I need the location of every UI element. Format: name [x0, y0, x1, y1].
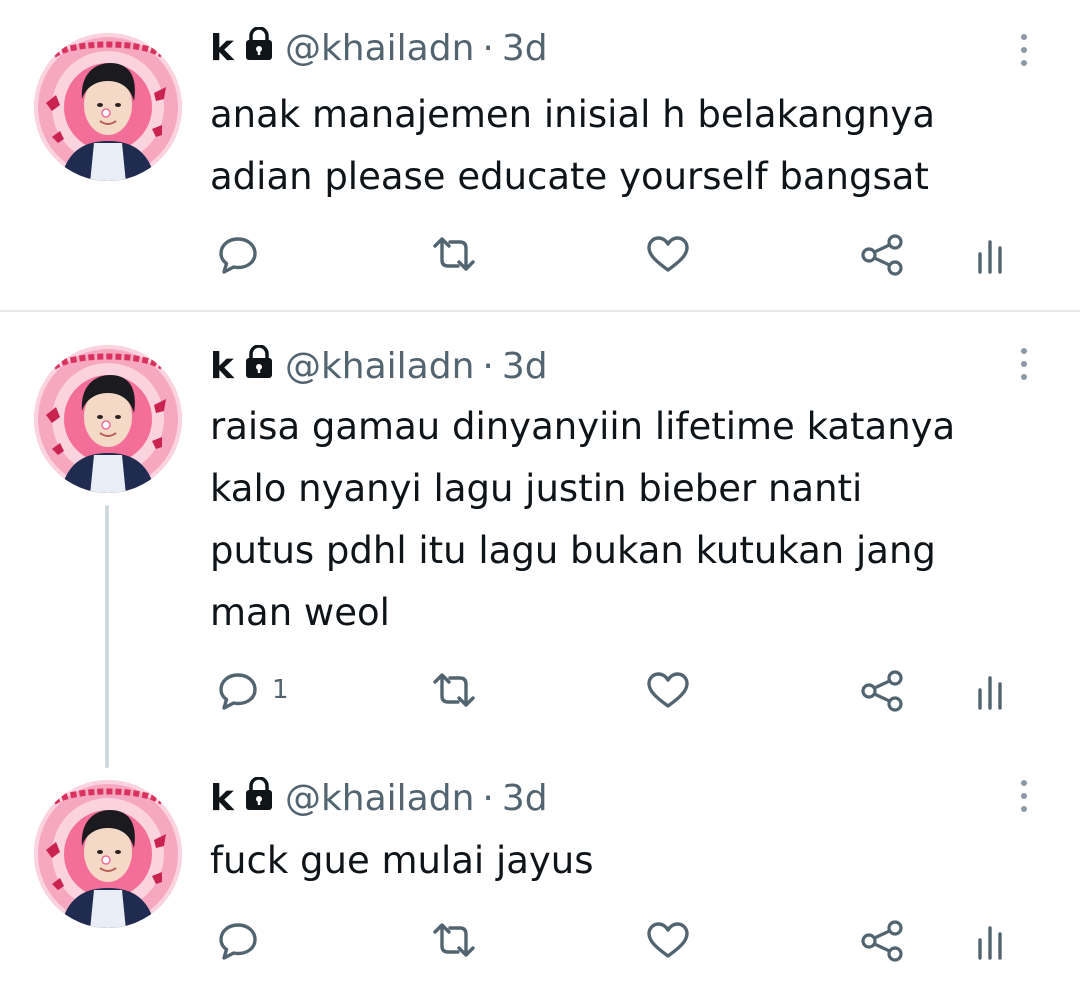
tweet-3[interactable]: k @khailadn · 3d fuck gue mulai jayus: [0, 752, 1080, 995]
avatar[interactable]: [34, 33, 182, 181]
tweet-header: k @khailadn · 3d: [210, 342, 548, 390]
tweet-header: k @khailadn · 3d: [210, 24, 548, 72]
reply-icon: [216, 232, 260, 276]
retweet-icon: [430, 668, 478, 712]
retweet-button[interactable]: [430, 918, 478, 962]
avatar[interactable]: [34, 780, 182, 928]
tweet-1[interactable]: k @khailadn · 3d anak manajemen inisial …: [0, 0, 1080, 310]
share-button[interactable]: [860, 668, 906, 714]
share-icon: [860, 918, 906, 964]
display-name[interactable]: k: [210, 778, 235, 819]
display-name[interactable]: k: [210, 346, 235, 387]
reply-count: 1: [272, 675, 289, 705]
share-button[interactable]: [860, 232, 906, 278]
like-button[interactable]: [645, 232, 691, 276]
analytics-icon: [975, 668, 1005, 712]
reply-icon: [216, 668, 260, 712]
share-icon: [860, 668, 906, 714]
more-options-icon[interactable]: [1018, 34, 1030, 66]
tweet-header: k @khailadn · 3d: [210, 774, 548, 822]
lock-icon: [243, 343, 275, 388]
tweet-text: raisa gamau dinyanyiin lifetime katanya …: [210, 405, 956, 634]
like-icon: [645, 232, 691, 276]
analytics-button[interactable]: [975, 918, 1005, 962]
share-button[interactable]: [860, 918, 906, 964]
tweet-actions: [0, 232, 1080, 282]
tweet-actions: 1: [0, 668, 1080, 718]
more-options-icon[interactable]: [1018, 348, 1030, 380]
lock-icon: [243, 775, 275, 820]
separator-dot: ·: [482, 345, 494, 387]
user-handle[interactable]: @khailadn: [285, 778, 474, 819]
timestamp[interactable]: 3d: [502, 778, 548, 819]
user-handle[interactable]: @khailadn: [285, 346, 474, 387]
reply-button[interactable]: [216, 918, 272, 962]
analytics-button[interactable]: [975, 668, 1005, 712]
like-icon: [645, 668, 691, 712]
user-handle[interactable]: @khailadn: [285, 28, 474, 69]
separator-dot: ·: [482, 777, 494, 819]
display-name[interactable]: k: [210, 28, 235, 69]
tweet-text: fuck gue mulai jayus: [210, 839, 594, 882]
retweet-button[interactable]: [430, 232, 478, 276]
more-options-icon[interactable]: [1018, 780, 1030, 812]
like-button[interactable]: [645, 918, 691, 962]
lock-icon: [243, 25, 275, 70]
avatar[interactable]: [34, 345, 182, 493]
like-icon: [645, 918, 691, 962]
retweet-icon: [430, 232, 478, 276]
tweet-2[interactable]: k @khailadn · 3d raisa gamau dinyanyiin …: [0, 312, 1080, 752]
separator-dot: ·: [482, 27, 494, 69]
analytics-icon: [975, 232, 1005, 276]
analytics-icon: [975, 918, 1005, 962]
reply-icon: [216, 918, 260, 962]
like-button[interactable]: [645, 668, 691, 712]
timestamp[interactable]: 3d: [502, 346, 548, 387]
tweet-actions: [0, 918, 1080, 968]
share-icon: [860, 232, 906, 278]
reply-button[interactable]: [216, 232, 272, 276]
retweet-button[interactable]: [430, 668, 478, 712]
reply-button[interactable]: 1: [216, 668, 289, 712]
retweet-icon: [430, 918, 478, 962]
analytics-button[interactable]: [975, 232, 1005, 276]
tweet-text: anak manajemen inisial h belakangnya adi…: [210, 93, 935, 198]
timestamp[interactable]: 3d: [502, 28, 548, 69]
